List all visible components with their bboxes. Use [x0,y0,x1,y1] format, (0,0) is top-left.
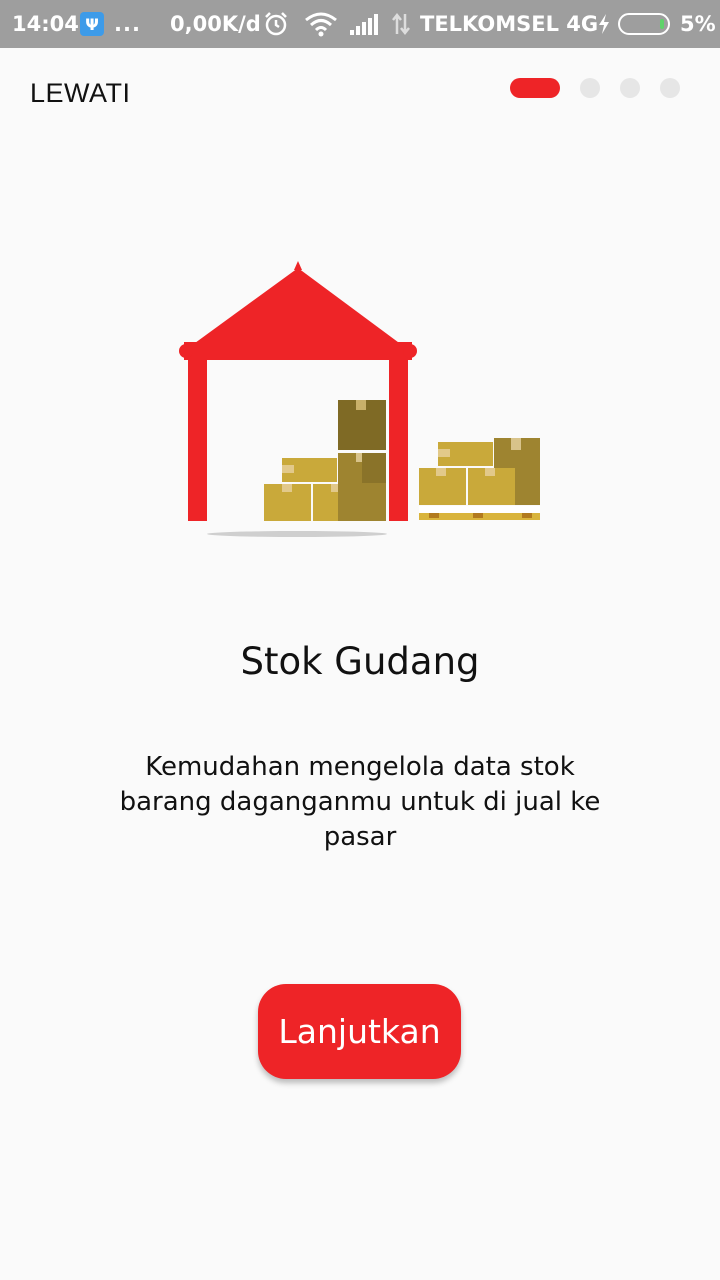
carrier-name: TELKOMSEL 4G [420,12,599,36]
status-bar: 14:04 Ψ ... 0,00K/d TELKOMSEL 4G 5% [0,0,720,48]
onboarding-description: Kemudahan mengelola data stok barang dag… [119,752,601,852]
battery-icon [618,0,670,48]
usb-icon: Ψ [80,0,104,48]
onboarding-title: Stok Gudang [240,640,480,683]
page-indicator-dot-active [510,78,560,98]
warehouse-illustration [170,258,550,548]
data-arrows-icon [390,0,412,48]
battery-percent: 5% [680,12,716,36]
continue-button[interactable]: Lanjutkan [258,984,461,1079]
status-time: 14:04 [12,12,79,36]
more-notifications-indicator: ... [114,12,141,36]
wifi-icon [304,0,338,48]
page-indicator-dot [660,78,680,98]
page-indicator-dot [580,78,600,98]
network-speed: 0,00K/d [170,12,261,36]
signal-icon [348,0,380,48]
alarm-icon [262,0,290,48]
skip-button[interactable]: LEWATI [30,78,131,109]
charging-icon [596,0,612,48]
page-indicator-dot [620,78,640,98]
